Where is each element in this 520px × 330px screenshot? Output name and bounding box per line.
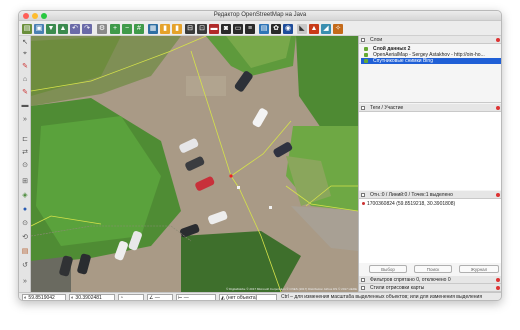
- zoom-out-icon[interactable]: −: [122, 24, 132, 34]
- lasso-icon[interactable]: ⌖: [21, 50, 29, 58]
- layer-item-selected[interactable]: Спутниковые снимки Bing: [361, 58, 501, 64]
- image-icon[interactable]: ▤: [21, 248, 29, 256]
- styles-panel-title: Стили отрисовки карты: [370, 285, 425, 291]
- tags-panel-header[interactable]: Теги / Участие: [359, 104, 501, 112]
- redo-icon[interactable]: ↷: [82, 24, 92, 34]
- filters-panel-title: Фильтров спрятано 0, отключено 0: [370, 277, 451, 283]
- compass-icon: ◔: [120, 295, 124, 301]
- natural-icon[interactable]: ◣: [297, 24, 307, 34]
- filters-panel-header[interactable]: Фильтров спрятано 0, отключено 0: [359, 276, 501, 284]
- select-icon[interactable]: ↖: [21, 39, 29, 47]
- undo-icon[interactable]: ↶: [70, 24, 80, 34]
- more-tools-icon[interactable]: »: [21, 278, 29, 286]
- status-hint: Ctrl – для изменения масштаба выделенных…: [281, 294, 483, 300]
- shop-icon[interactable]: ▤: [259, 24, 269, 34]
- map-view[interactable]: © DigitalGlobe © 2017 Microsoft Corporat…: [31, 36, 358, 292]
- highway-icon[interactable]: ⊟: [185, 24, 195, 34]
- title-bar: Редактор OpenStreetMap на Java: [19, 11, 501, 21]
- historic-icon[interactable]: ◢: [321, 24, 331, 34]
- zoom-icon[interactable]: ⌂: [21, 76, 29, 84]
- wireframe-icon[interactable]: #: [134, 24, 144, 34]
- gps-icon[interactable]: ◈: [21, 192, 29, 200]
- amenity-icon[interactable]: ◉: [283, 24, 293, 34]
- railway-icon[interactable]: ≡: [245, 24, 255, 34]
- download-icon[interactable]: ▼: [46, 24, 56, 34]
- layer-visible-icon[interactable]: [364, 53, 368, 57]
- heading-field: ◔: [118, 294, 144, 301]
- close-panel-icon[interactable]: [496, 38, 500, 42]
- panel-toggle-icon[interactable]: [361, 286, 365, 290]
- aerial-imagery: [31, 36, 358, 292]
- styles-panel-header[interactable]: Стили отрисовки карты: [359, 284, 501, 292]
- josm-window: Редактор OpenStreetMap на Java ▤ ▣ ▼ ▲ ↶…: [18, 10, 502, 301]
- reverse-icon[interactable]: ⇄: [21, 149, 29, 157]
- side-panels: Слои Слой данных 2 OpenAerialMap - Serge…: [358, 36, 501, 292]
- angle-field: ∠ —: [147, 294, 173, 300]
- mirror-icon[interactable]: ⟲: [21, 234, 29, 242]
- building-icon[interactable]: ▬: [209, 24, 219, 34]
- selected-node: [229, 174, 233, 178]
- selection-state-field: ◭ (нет объекта): [219, 294, 277, 300]
- node-icon: [362, 202, 365, 205]
- layer-icon[interactable]: ▦: [148, 24, 158, 34]
- combine-icon[interactable]: ⊏: [21, 136, 29, 144]
- selection-panel-title: Отн.:0 / Линий:0 / Точек:1 выделено: [370, 192, 453, 198]
- bus-icon[interactable]: ▭: [233, 24, 243, 34]
- close-panel-icon[interactable]: [496, 286, 500, 290]
- panel-toggle-icon[interactable]: [361, 278, 365, 282]
- presets-icon[interactable]: ▮: [172, 24, 182, 34]
- close-panel-icon[interactable]: [496, 106, 500, 110]
- edit-mode-toolbar: ↖ ⌖ ✎ ⌂ ✎ ▬ » ⊏ ⇄ ⊙ ⊞ ◈ ● ⊙ ⟲ ▤ ↺ »: [19, 36, 31, 292]
- distance-field: ⊢ —: [176, 294, 216, 300]
- expand-icon[interactable]: »: [21, 116, 29, 124]
- select-button[interactable]: Выбор: [369, 265, 407, 273]
- panel-toggle-icon[interactable]: [361, 193, 365, 197]
- status-bar: ◐ 59.8519042 ◐ 30.3902481 ◔ ∠ — ⊢ — ◭ (н…: [19, 292, 501, 301]
- longitude-field: ◐ 30.3902481: [69, 294, 115, 300]
- tourism-icon[interactable]: ✧: [333, 24, 343, 34]
- latitude-field: ◐ 59.8519042: [22, 294, 66, 300]
- car-icon[interactable]: ◙: [221, 24, 231, 34]
- tags-panel-title: Теги / Участие: [370, 105, 404, 111]
- layers-panel-header[interactable]: Слои: [359, 36, 501, 44]
- layers-panel-title: Слои: [370, 37, 383, 43]
- window-title: Редактор OpenStreetMap на Java: [213, 12, 307, 18]
- selection-list[interactable]: 1700360824 (59.8519218, 30.3901808): [359, 199, 501, 263]
- search-button[interactable]: Поиск: [414, 265, 452, 273]
- upload-icon[interactable]: ▲: [58, 24, 68, 34]
- zoom-in-icon[interactable]: +: [110, 24, 120, 34]
- open-file-icon[interactable]: ▤: [22, 24, 32, 34]
- list-item[interactable]: 1700360824 (59.8519218, 30.3901808): [361, 201, 501, 207]
- close-panel-icon[interactable]: [496, 193, 500, 197]
- split-icon[interactable]: ▬: [21, 102, 29, 110]
- history-button[interactable]: Журнал: [459, 265, 499, 273]
- panel-toggle-icon[interactable]: [361, 38, 365, 42]
- preferences-icon[interactable]: ⚙: [97, 24, 107, 34]
- orthogonal-icon[interactable]: ⊞: [21, 178, 29, 186]
- delete-icon[interactable]: ✎: [21, 89, 29, 97]
- landuse-icon[interactable]: ▲: [309, 24, 319, 34]
- transport-icon[interactable]: ⊡: [197, 24, 207, 34]
- leisure-icon[interactable]: ✿: [271, 24, 281, 34]
- bookmark-icon[interactable]: ▮: [160, 24, 170, 34]
- distribute-icon[interactable]: ⊙: [21, 220, 29, 228]
- main-toolbar: ▤ ▣ ▼ ▲ ↶ ↷ ⚙ + − # ▦ ▮ ▮ ⊟ ⊡ ▬ ◙ ▭ ≡ ▤ …: [19, 21, 501, 36]
- undo-small-icon[interactable]: ↺: [21, 262, 29, 270]
- map-attribution: © DigitalGlobe © 2017 Microsoft Corporat…: [226, 287, 357, 291]
- align-icon[interactable]: ⊙: [21, 162, 29, 170]
- circle-icon[interactable]: ●: [21, 206, 29, 214]
- layer-visible-icon[interactable]: [364, 47, 368, 51]
- tags-table[interactable]: [359, 112, 501, 190]
- selection-panel-header[interactable]: Отн.:0 / Линий:0 / Точек:1 выделено: [359, 191, 501, 199]
- layer-visible-icon[interactable]: [364, 59, 368, 63]
- save-icon[interactable]: ▣: [34, 24, 44, 34]
- draw-icon[interactable]: ✎: [21, 63, 29, 71]
- close-panel-icon[interactable]: [496, 278, 500, 282]
- panel-toggle-icon[interactable]: [361, 106, 365, 110]
